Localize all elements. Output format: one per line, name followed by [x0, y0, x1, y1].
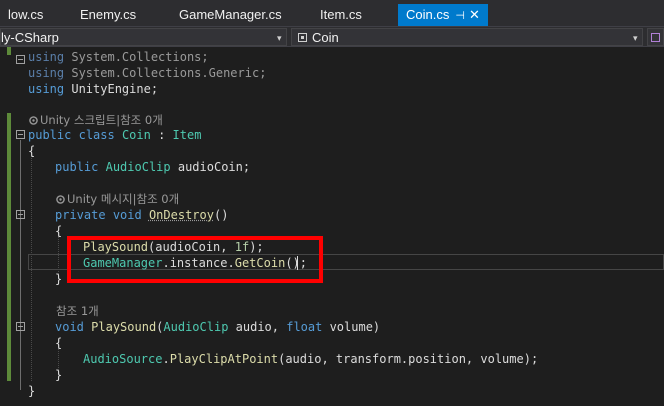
code-line: }: [0, 367, 664, 383]
member-icon: [651, 33, 660, 42]
field-name: audioCoin;: [170, 160, 251, 174]
code-line: public class Coin : Item: [0, 127, 664, 143]
namespace: UnityEngine;: [64, 82, 159, 96]
brace: {: [28, 144, 36, 158]
code-line: using System.Collections;: [0, 49, 664, 65]
keyword: public: [28, 128, 72, 142]
code-line: {: [0, 335, 664, 351]
project-name: ly-CSharp: [1, 30, 59, 45]
navigation-bar: ly-CSharp ▾ Coin ▾: [0, 26, 664, 47]
tab-label: Enemy.cs: [80, 7, 137, 22]
tab-label: GameManager.cs: [179, 7, 282, 22]
tab-low-cs[interactable]: low.cs: [0, 4, 51, 26]
brace: }: [55, 368, 63, 382]
tab-enemy-cs[interactable]: Enemy.cs: [72, 4, 144, 26]
class-dropdown[interactable]: Coin ▾: [291, 28, 643, 46]
code-line: private void OnDestroy(): [0, 207, 664, 223]
codelens-references[interactable]: 참조 1개: [56, 303, 99, 319]
codelens-references[interactable]: Unity 메시지|참조 0개: [67, 191, 179, 207]
keyword: void: [112, 208, 142, 222]
keyword: void: [55, 320, 84, 334]
keyword: private: [55, 208, 106, 222]
codelens-references[interactable]: Unity 스크립트|참조 0개: [40, 112, 163, 128]
type-name: AudioClip: [105, 160, 171, 174]
arguments: (audio, transform.position, volume);: [278, 352, 539, 366]
chevron-down-icon: ▾: [633, 33, 638, 43]
document-tab-bar: low.cs Enemy.cs GameManager.cs Item.cs C…: [0, 0, 664, 26]
code-line: void PlaySound(AudioClip audio, float vo…: [0, 319, 664, 335]
chevron-down-icon: ▾: [277, 33, 282, 43]
code-line: public AudioClip audioCoin;: [0, 159, 664, 175]
brace: {: [55, 224, 63, 238]
punctuation: :: [150, 128, 173, 142]
tab-gamemanager-cs[interactable]: GameManager.cs: [171, 4, 290, 26]
brace: {: [55, 336, 63, 350]
base-class: Item: [172, 128, 202, 142]
punctuation: (): [213, 208, 229, 222]
member-dropdown[interactable]: [647, 28, 664, 46]
code-line: {: [0, 143, 664, 159]
keyword: using: [28, 66, 65, 80]
method-name: OnDestroy: [148, 208, 214, 222]
code-line: AudioSource.PlayClipAtPoint(audio, trans…: [0, 351, 664, 367]
parameter: volume): [322, 320, 381, 334]
method-call: PlayClipAtPoint: [169, 352, 279, 366]
tab-label: low.cs: [8, 7, 44, 22]
method-name: PlaySound: [91, 320, 157, 334]
keyword: using: [28, 82, 65, 96]
code-line: using System.Collections.Generic;: [0, 65, 664, 81]
highlight-annotation-box: [67, 236, 323, 283]
tab-item-cs[interactable]: Item.cs: [312, 4, 370, 26]
codelens-line: Unity 스크립트|참조 0개: [0, 112, 664, 128]
punctuation: .: [162, 352, 170, 366]
project-dropdown[interactable]: ly-CSharp ▾: [0, 28, 287, 46]
codelens-line: Unity 메시지|참조 0개: [0, 191, 664, 207]
keyword: public: [55, 160, 99, 174]
tab-label: Coin.cs: [406, 7, 450, 22]
namespace: System.Collections.Generic;: [64, 66, 267, 80]
brace: }: [28, 384, 36, 398]
codelens-line: 참조 1개: [0, 303, 664, 319]
code-line: using UnityEngine;: [0, 81, 664, 97]
close-icon[interactable]: ✕: [469, 4, 480, 26]
gear-icon: [56, 195, 65, 204]
gear-icon: [29, 116, 38, 125]
type-name: AudioClip: [163, 320, 229, 334]
class-name: Coin: [312, 30, 339, 45]
pin-icon[interactable]: ⊣: [455, 5, 465, 27]
tab-label: Item.cs: [320, 7, 362, 22]
brace: }: [55, 272, 63, 286]
class-icon: [298, 33, 307, 42]
parameter: audio,: [228, 320, 287, 334]
keyword: class: [78, 128, 115, 142]
code-line: }: [0, 383, 664, 399]
namespace: System.Collections;: [64, 50, 209, 64]
code-editor[interactable]: using System.Collections; using System.C…: [0, 47, 664, 406]
class-name: Coin: [121, 128, 151, 142]
tab-coin-cs[interactable]: Coin.cs ⊣ ✕: [398, 4, 488, 26]
keyword: float: [286, 320, 323, 334]
keyword: using: [28, 50, 65, 64]
type-name: AudioSource: [83, 352, 163, 366]
